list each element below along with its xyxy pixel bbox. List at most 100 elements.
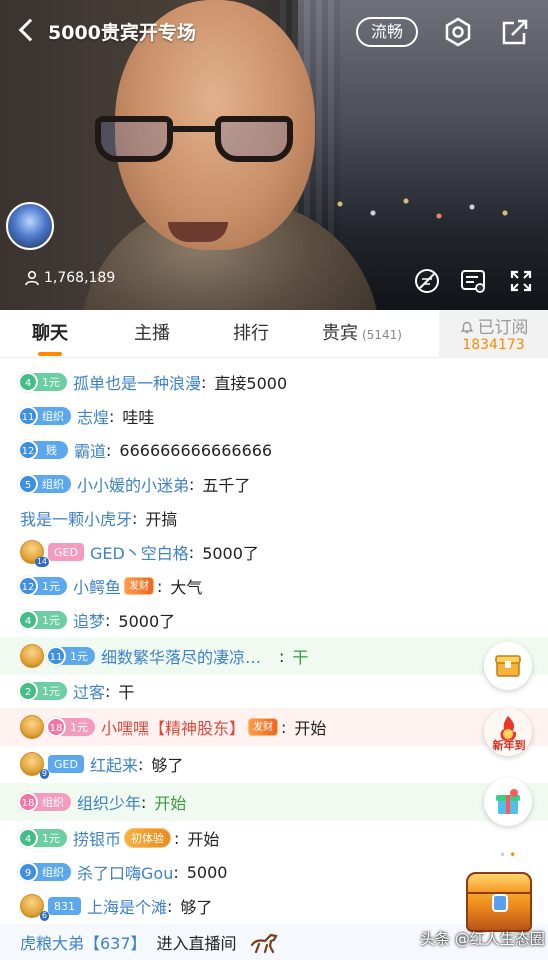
watermark: 头条 @红人生态圈 (420, 930, 545, 948)
treasure-lid (466, 872, 532, 894)
fan-level: 18 (46, 717, 66, 737)
fan-badge-label: 1元 (42, 580, 60, 593)
fan-badge-label: 组织 (42, 410, 64, 423)
guard-avatar[interactable] (20, 715, 44, 739)
chat-username[interactable]: 小小媛的小迷弟 (77, 472, 189, 496)
fan-badge[interactable]: 12 1元 (18, 576, 67, 596)
fan-badge[interactable]: 11 组织 (18, 406, 71, 426)
chat-list[interactable]: 4 1元 孤单也是一种浪漫: 直接5000 11 组织 志煌: 哇哇 12 贱 霸道:… (0, 358, 548, 960)
guard-level: 14 (34, 557, 49, 567)
glasses-bridge (170, 126, 218, 132)
colon: : (157, 576, 163, 596)
colon: : (105, 681, 111, 701)
chat-username[interactable]: 上海是个滩 (87, 894, 167, 918)
tab-anchor[interactable]: 主播 (120, 310, 184, 358)
chat-username[interactable]: 过客 (73, 679, 105, 703)
fan-badge[interactable]: 4 1元 (18, 372, 67, 392)
fan-badge[interactable]: GED (48, 755, 84, 773)
chat-text: 够了 (151, 756, 184, 775)
fan-badge[interactable]: 9 组织 (18, 862, 71, 882)
fan-badge[interactable]: GED (48, 543, 84, 561)
fan-badge[interactable]: 4 1元 (18, 828, 67, 848)
guard-avatar[interactable]: 9 (20, 752, 49, 779)
chat-message-highlight: 11 1元 细数繁华落尽的凄凉…: 干 (0, 637, 548, 675)
treasure-chest-icon (495, 655, 521, 677)
person-icon (25, 270, 39, 286)
chat-username[interactable]: 杀了口嗨Gou (77, 860, 173, 884)
colon: : (109, 406, 115, 426)
chat-text: 五千了 (202, 476, 251, 495)
enter-text: 进入直播间 (156, 934, 237, 953)
tab-ranking[interactable]: 排行 (219, 310, 283, 358)
fan-badge[interactable]: 2 1元 (18, 681, 67, 701)
fan-level: 12 (18, 576, 38, 596)
chat-username[interactable]: 孤单也是一种浪漫 (73, 370, 201, 394)
chat-text: 开搞 (145, 510, 178, 529)
share-icon[interactable] (500, 17, 530, 47)
subscribe-button[interactable]: 已订阅 1834173 (439, 310, 548, 358)
newbie-tag: 初体验 (124, 828, 172, 848)
tab-guests[interactable]: 贵宾 (5141) (322, 310, 422, 358)
fan-badge[interactable]: 12 贱 (18, 440, 68, 460)
fan-badge[interactable]: 18 组织 (18, 792, 71, 812)
fan-badge-label: 组织 (42, 796, 64, 809)
colon: : (167, 896, 173, 916)
chat-message-highlight: 18 组织 组织少年: 开始 (0, 783, 548, 821)
tab-chat[interactable]: 聊天 (18, 310, 82, 358)
fan-badge[interactable]: 18 1元 (46, 717, 95, 737)
fan-level: 18 (18, 792, 38, 812)
danmaku-settings-icon[interactable] (458, 266, 488, 296)
fullscreen-icon[interactable] (506, 266, 536, 296)
viewer-count: 1,768,189 (24, 270, 115, 286)
fan-level: 4 (18, 828, 38, 848)
guard-avatar[interactable]: 6 (20, 894, 49, 921)
chat-username[interactable]: 细数繁华落尽的凄凉… (101, 644, 261, 668)
fan-level: 4 (18, 610, 38, 630)
chat-username[interactable]: 我是一颗小虎牙 (20, 506, 132, 530)
fan-badge[interactable]: 4 1元 (18, 610, 67, 630)
live-video[interactable]: 5000贵宾开专场 流畅 1,768,189 (0, 0, 548, 310)
danmaku-off-icon[interactable] (412, 266, 442, 296)
chat-text: 够了 (180, 898, 213, 917)
chat-message: 9 GED 红起来: 够了 (0, 747, 548, 781)
chat-username[interactable]: 追梦 (73, 608, 105, 632)
tab-guests-label: 贵宾 (322, 323, 358, 344)
fan-level: 11 (46, 646, 66, 666)
chat-message: 11 组织 志煌: 哇哇 (0, 399, 548, 433)
chat-username[interactable]: GED丶空白格 (90, 540, 189, 564)
chat-text: 干 (292, 648, 309, 667)
chat-message: 4 1元 追梦: 5000了 (0, 603, 548, 637)
guard-avatar[interactable]: 14 (20, 540, 49, 567)
horse-mount-icon (250, 933, 278, 953)
guard-level: 9 (39, 769, 49, 779)
fan-level: 5 (18, 474, 38, 494)
guard-level: 6 (39, 911, 49, 921)
chat-text: 开始 (294, 719, 327, 738)
quality-button[interactable]: 流畅 (356, 17, 418, 47)
subscribe-label: 已订阅 (439, 313, 548, 338)
fan-badge[interactable]: 11 1元 (46, 646, 95, 666)
guard-avatar[interactable] (20, 644, 44, 668)
chat-username[interactable]: 红起来 (90, 752, 138, 776)
chat-message: 12 1元 小鳄鱼 发财: 大气 (0, 569, 548, 603)
chat-username[interactable]: 小鳄鱼 (73, 574, 121, 598)
gift-activity-button[interactable] (484, 778, 532, 826)
chat-username[interactable]: 霸道 (74, 438, 106, 462)
fan-badge-label: GED (54, 545, 78, 559)
fan-badge[interactable]: 831 (48, 897, 81, 915)
chat-message: 4 1元 捞银币 初体验: 开始 (0, 821, 548, 855)
back-arrow-icon[interactable] (18, 18, 42, 42)
chat-username[interactable]: 组织少年 (77, 790, 141, 814)
gift-box-button[interactable] (484, 642, 532, 690)
chat-username[interactable]: 捞银币 (73, 826, 121, 850)
settings-hexagon-icon[interactable] (443, 17, 473, 47)
chat-username[interactable]: 小嘿嘿【精神股东】 (101, 715, 245, 739)
city-lights (318, 180, 538, 240)
chat-text: 干 (118, 683, 135, 702)
chat-username[interactable]: 志煌 (77, 404, 109, 428)
anchor-avatar[interactable] (6, 202, 54, 250)
fan-badge[interactable]: 5 组织 (18, 474, 71, 494)
treasure-box-button[interactable] (466, 872, 532, 932)
bell-icon (460, 321, 473, 334)
chat-username[interactable]: 虎粮大弟【637】 (20, 930, 147, 954)
